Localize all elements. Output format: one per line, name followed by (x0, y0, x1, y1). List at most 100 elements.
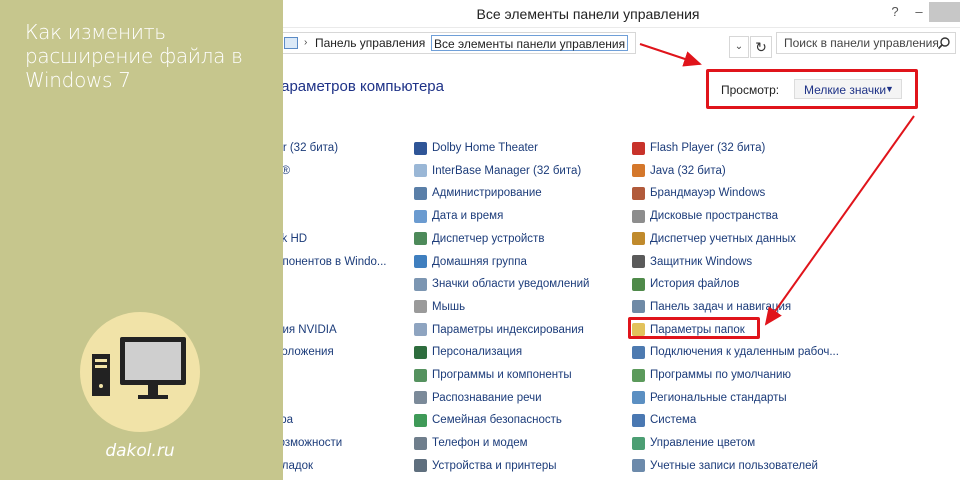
search-placeholder: Поиск в панели управления (784, 36, 939, 50)
site-logo (80, 312, 200, 432)
control-panel-item[interactable]: Параметры индексирования (414, 321, 584, 339)
item-icon (414, 164, 427, 178)
item-label: Программы и компоненты (432, 369, 572, 381)
item-icon (632, 277, 645, 291)
item-label: Панель задач и навигация (650, 300, 792, 313)
item-icon (414, 255, 427, 268)
control-panel-item[interactable]: Система (632, 411, 696, 429)
item-label: Устройства и принтеры (432, 459, 557, 472)
chevron-down-icon[interactable]: ⌄ (729, 36, 749, 58)
item-label: Распознавание речи (432, 391, 542, 404)
control-panel-item[interactable]: Распознавание речи (414, 389, 542, 407)
control-panel-item[interactable]: InterBase Manager (32 бита) (414, 162, 581, 180)
item-icon (632, 300, 645, 314)
breadcrumb-control-panel[interactable]: Панель управления (315, 36, 425, 50)
item-label: Flash Player (32 бита) (650, 142, 766, 154)
control-panel-item[interactable]: Java (32 бита) (632, 162, 726, 180)
control-panel-item[interactable]: Брандмауэр Windows (632, 184, 765, 202)
control-panel-item[interactable]: Подключения к удаленным рабоч... (632, 343, 839, 361)
item-label: Dolby Home Theater (432, 142, 538, 154)
control-panel-item[interactable]: Защитник Windows (632, 253, 752, 271)
site-name: dakol.ru (105, 441, 175, 461)
item-icon (414, 186, 427, 200)
item-label: Дата и время (432, 210, 504, 223)
item-label: Управление цветом (650, 437, 756, 450)
item-icon (632, 209, 645, 223)
breadcrumb-all-items[interactable]: Все элементы панели управления (431, 35, 629, 51)
item-icon (632, 141, 645, 155)
control-panel-item[interactable]: История файлов (632, 275, 739, 293)
item-icon (632, 345, 645, 359)
control-panel-item[interactable]: Диспетчер учетных данных (632, 230, 796, 248)
control-panel-item[interactable]: Программы и компоненты (414, 366, 572, 384)
item-icon (414, 345, 427, 359)
control-panel-item[interactable]: Телефон и модем (414, 434, 528, 452)
control-panel-item[interactable]: Администрирование (414, 184, 542, 202)
control-panel-item[interactable]: Домашняя группа (414, 253, 527, 271)
item-icon (414, 391, 427, 405)
item-label: Брандмауэр Windows (650, 187, 766, 200)
item-icon (632, 164, 645, 178)
search-icon[interactable] (937, 36, 951, 50)
computer-icon (92, 337, 186, 399)
item-label: Программы по умолчанию (650, 369, 792, 381)
article-title: Как изменить расширение файла в Windows … (25, 20, 243, 92)
control-panel-item[interactable]: Диспетчер устройств (414, 230, 544, 248)
item-icon (632, 232, 645, 246)
item-icon (632, 255, 645, 268)
item-label: Телефон и модем (432, 437, 528, 450)
item-icon (414, 413, 427, 427)
folder-options-highlight-box (628, 317, 760, 339)
item-icon (414, 436, 427, 450)
control-panel-item[interactable]: Учетные записи пользователей (632, 457, 818, 475)
item-icon (414, 209, 427, 223)
control-panel-item[interactable]: Программы по умолчанию (632, 366, 791, 384)
control-panel-item[interactable]: Дисковые пространства (632, 207, 778, 225)
item-icon (414, 300, 427, 314)
help-button[interactable]: ? (883, 2, 907, 22)
control-panel-item[interactable]: Мышь (414, 298, 465, 316)
item-label: Учетные записи пользователей (650, 459, 818, 472)
breadcrumb-separator[interactable]: › (422, 37, 425, 48)
search-input[interactable]: Поиск в панели управления (776, 32, 956, 54)
item-icon (414, 277, 427, 291)
item-icon (414, 232, 427, 246)
item-label: Защитник Windows (650, 255, 753, 268)
item-label: Значки области уведомлений (432, 278, 590, 291)
item-label: Мышь (432, 300, 466, 313)
control-panel-item[interactable]: Dolby Home Theater (414, 139, 538, 157)
view-highlight-box (706, 69, 918, 109)
item-icon (414, 459, 427, 473)
minimize-button[interactable]: – (907, 2, 931, 22)
control-panel-item[interactable]: Значки области уведомлений (414, 275, 589, 293)
item-icon (414, 141, 427, 155)
page-heading: параметров компьютера (273, 78, 444, 95)
item-label: Семейная безопасность (432, 414, 562, 427)
item-icon (414, 323, 427, 337)
control-panel-item[interactable]: Устройства и принтеры (414, 457, 557, 475)
item-label: Параметры индексирования (432, 323, 584, 336)
article-overlay-panel: Как изменить расширение файла в Windows … (0, 0, 283, 480)
item-label: Диспетчер учетных данных (650, 232, 796, 245)
item-label: Домашняя группа (432, 255, 527, 268)
control-panel-item[interactable]: Панель задач и навигация (632, 298, 791, 316)
control-panel-item[interactable]: Семейная безопасность (414, 411, 562, 429)
breadcrumb-separator[interactable]: › (304, 37, 307, 48)
item-label: Java (32 бита) (650, 164, 726, 177)
item-icon (632, 436, 645, 450)
control-panel-item[interactable]: Персонализация (414, 343, 522, 361)
close-button[interactable] (929, 2, 960, 22)
item-label: InterBase Manager (32 бита) (432, 164, 582, 177)
refresh-icon[interactable]: ↻ (750, 36, 772, 58)
address-bar[interactable]: › Панель управления › Все элементы панел… (281, 32, 636, 54)
item-icon (632, 413, 645, 427)
item-label: Система (650, 414, 697, 427)
control-panel-item[interactable]: Дата и время (414, 207, 503, 225)
control-panel-item[interactable]: Региональные стандарты (632, 389, 787, 407)
item-label: Дисковые пространства (650, 210, 779, 223)
control-panel-item[interactable]: Управление цветом (632, 434, 755, 452)
item-icon (632, 368, 645, 382)
control-panel-item[interactable]: Flash Player (32 бита) (632, 139, 765, 157)
item-label: Диспетчер устройств (432, 232, 545, 245)
item-label: Администрирование (432, 187, 542, 200)
